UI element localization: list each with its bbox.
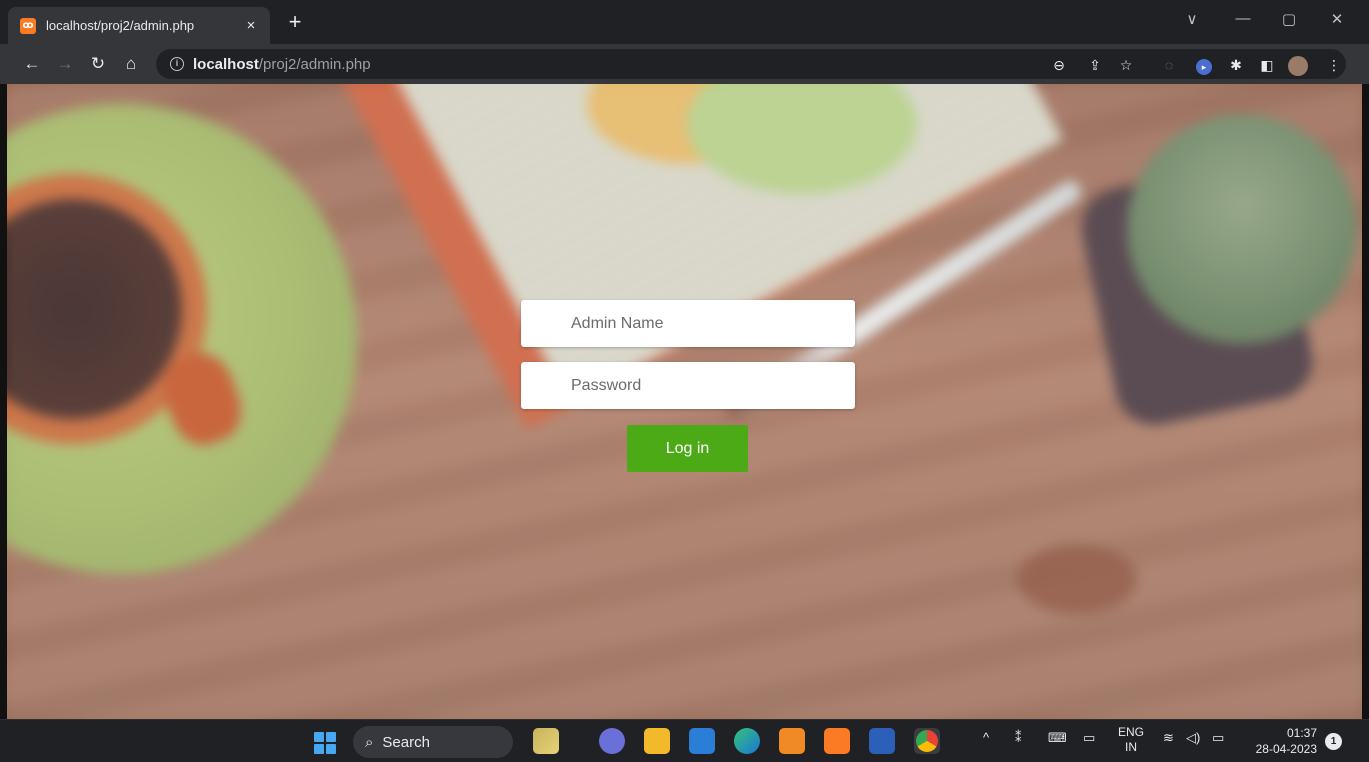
taskbar-search[interactable]: ⌕ Search — [353, 726, 513, 758]
url-text: localhost/proj2/admin.php — [193, 55, 371, 73]
password-input[interactable] — [521, 362, 855, 409]
language-indicator[interactable]: ENG IN — [1118, 725, 1144, 755]
tab-close-icon[interactable]: × — [242, 17, 260, 34]
taskbar: ⌕ Search ^ ⁑ ⌨ ▭ ENG IN ≋ ◁) ▭ 01:37 28-… — [0, 719, 1369, 762]
browser-toolbar: ← → ↻ ⌂ i localhost/proj2/admin.php ⊖ ⇪ … — [0, 44, 1369, 84]
menu-kebab-icon[interactable]: ⋮ — [1325, 56, 1343, 74]
search-label: Search — [382, 733, 430, 751]
maximize-icon[interactable]: ▢ — [1274, 10, 1304, 28]
widgets-icon[interactable] — [533, 728, 559, 754]
admin-name-input[interactable] — [521, 300, 855, 347]
sublime-text-icon[interactable] — [779, 728, 805, 754]
battery-icon[interactable]: ▭ — [1212, 730, 1224, 746]
touchpad-icon[interactable]: ▭ — [1083, 730, 1095, 746]
xampp-taskbar-icon[interactable] — [824, 728, 850, 754]
back-icon[interactable]: ← — [20, 52, 44, 76]
volume-icon[interactable]: ◁) — [1186, 730, 1200, 746]
new-tab-button[interactable]: + — [283, 11, 307, 35]
extensions-puzzle-icon[interactable]: ✱ — [1227, 56, 1245, 74]
windows-start-icon[interactable] — [314, 732, 336, 754]
notification-badge[interactable]: 1 — [1325, 733, 1342, 750]
profile-avatar[interactable] — [1288, 56, 1308, 76]
edge-icon[interactable] — [734, 728, 760, 754]
extension-cursor-icon[interactable]: ▸ — [1195, 56, 1213, 75]
xampp-icon: ꝏ — [20, 17, 36, 34]
minimize-icon[interactable]: — — [1228, 10, 1258, 27]
file-explorer-icon[interactable] — [644, 728, 670, 754]
wifi-icon[interactable]: ≋ — [1163, 730, 1174, 746]
close-window-icon[interactable]: ✕ — [1322, 10, 1352, 28]
admin-login-form: Log in — [521, 300, 856, 472]
search-icon: ⌕ — [365, 733, 374, 751]
browser-tab[interactable]: ꝏ localhost/proj2/admin.php × — [8, 7, 270, 44]
bookmark-star-icon[interactable]: ☆ — [1117, 56, 1135, 74]
tray-chevron-icon[interactable]: ^ — [983, 730, 989, 745]
tray-app-icon[interactable]: ⁑ — [1015, 730, 1022, 746]
home-icon[interactable]: ⌂ — [119, 52, 143, 76]
tab-strip: ꝏ localhost/proj2/admin.php × + ∨ — ▢ ✕ — [0, 0, 1369, 44]
word-icon[interactable] — [869, 728, 895, 754]
clock[interactable]: 01:37 28-04-2023 — [1247, 725, 1317, 757]
zoom-icon[interactable]: ⊖ — [1050, 56, 1068, 74]
forward-icon[interactable]: → — [53, 52, 77, 76]
login-button[interactable]: Log in — [627, 425, 748, 472]
chat-icon[interactable] — [599, 728, 625, 754]
keyboard-icon[interactable]: ⌨ — [1048, 730, 1067, 746]
share-icon[interactable]: ⇪ — [1086, 56, 1104, 74]
extension-icon[interactable]: ◌ — [1160, 56, 1178, 74]
side-panel-icon[interactable]: ◧ — [1258, 56, 1276, 74]
tab-search-icon[interactable]: ∨ — [1177, 10, 1207, 28]
reload-icon[interactable]: ↻ — [86, 52, 110, 76]
chrome-icon[interactable] — [914, 728, 940, 754]
tab-title: localhost/proj2/admin.php — [46, 18, 195, 33]
page-content: Log in — [7, 84, 1362, 719]
browser-window: ꝏ localhost/proj2/admin.php × + ∨ — ▢ ✕ … — [0, 0, 1369, 762]
site-info-icon[interactable]: i — [170, 57, 184, 71]
mail-icon[interactable] — [689, 728, 715, 754]
